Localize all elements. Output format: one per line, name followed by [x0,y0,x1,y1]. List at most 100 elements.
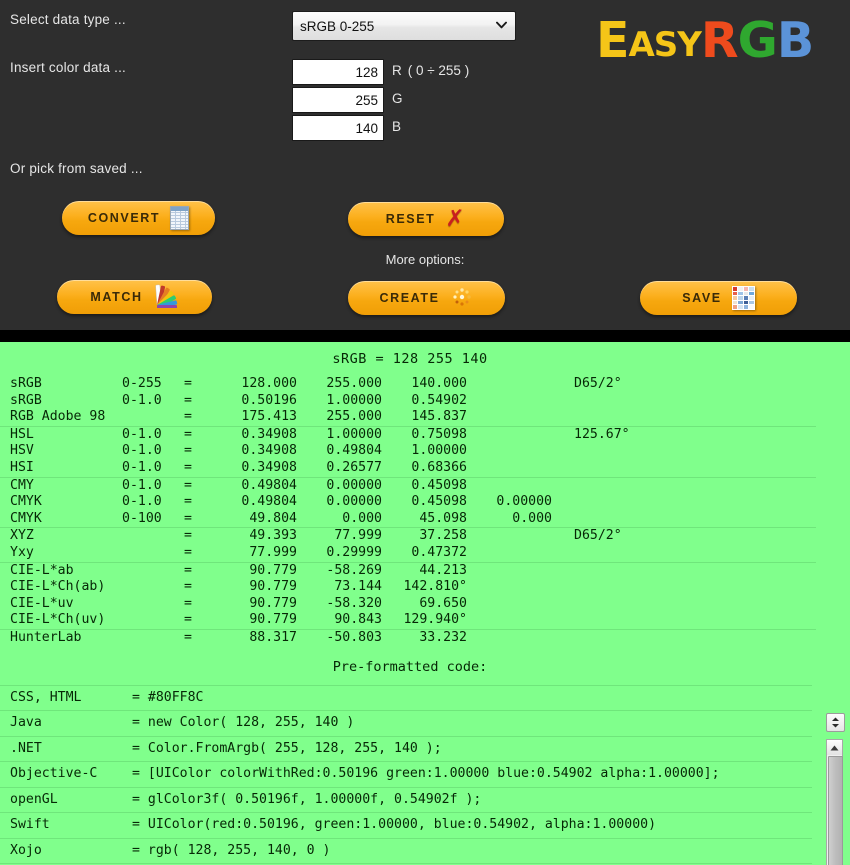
conversion-model-name: HunterLab [0,628,122,647]
match-button-label: MATCH [90,290,143,304]
scroll-up-arrow-icon[interactable] [827,740,842,755]
channel-letter-r: R [392,63,402,78]
conversion-row: Yxy = 77.999 0.29999 0.47372 [0,545,816,562]
channel-label-r: R ( 0 ÷ 255 ) [392,63,469,78]
conversion-model-name: Yxy [10,544,34,560]
conversion-model-name: sRGB [10,392,42,408]
conversion-value-1: 90.779 [249,612,297,628]
conversion-illuminant [552,579,816,596]
conversion-equals: = [184,510,192,526]
conversion-illuminant [552,460,816,477]
channel-label-b: B [392,119,401,134]
conversion-range [122,596,184,613]
save-button[interactable]: SAVE [640,281,797,315]
label-insert-color-data: Insert color data ... [10,60,127,75]
conversion-value-4 [467,476,552,495]
code-row: Java = new Color( 128, 255, 140 ) [0,710,812,737]
conversion-spinner[interactable] [826,713,845,732]
code-row: .NET = Color.FromArgb( 255, 128, 255, 140… [0,736,812,762]
conversion-value-4 [467,409,552,426]
conversion-scroll-thumb[interactable] [828,756,843,865]
conversion-value-4 [467,443,552,460]
conversion-value-3: 0.45098 [382,476,467,495]
conversion-model-name: XYZ [0,527,122,545]
conversion-model-name: HSV [10,443,34,459]
conversion-value-3: 0.75098 [382,425,467,444]
code-section-title: Pre-formatted code: [332,658,488,675]
conversion-illuminant: D65/2° [574,376,622,391]
conversion-value-4 [467,425,552,444]
conversion-equals: = [184,459,192,475]
conversion-range: 0-100 [122,510,162,526]
conversion-illuminant [552,393,816,410]
results-panel: sRGB = 128 255 140 sRGB 0-255 = 128.000 255.… [0,342,850,865]
conversion-model-name: sRGB [10,376,42,391]
logo-letter-e: E [596,12,629,69]
conversion-value-4 [467,579,552,596]
convert-button[interactable]: CONVERT [62,201,215,235]
conversion-range: 0-1.0 [122,459,162,475]
conversion-row: CMYK 0-1.0 = 0.49804 0.00000 0.45098 0.00000 [0,494,816,511]
conversion-range [122,612,184,629]
conversion-value-2: 1.00000 [326,392,382,408]
conversion-equals: = [184,392,192,408]
conversion-value-2: 0.26577 [326,459,382,475]
conversion-value-1: 49.393 [212,527,297,545]
channel-label-g: G [392,91,403,106]
channel-row-r: R ( 0 ÷ 255 ) [292,59,469,85]
conversion-model-name: RGB Adobe 98 [10,409,106,425]
reset-button[interactable]: RESET ✗ [348,202,504,236]
conversion-equals: = [184,376,192,391]
conversion-scrollbar[interactable] [826,739,843,865]
conversion-value-4 [467,545,552,562]
code-value: = #80FF8C [131,684,812,711]
conversion-illuminant: D65/2° [552,527,816,545]
channel-row-b: B [292,115,401,141]
conversion-range: 0-1.0 [122,476,184,495]
conversion-equals: = [184,409,192,425]
conversion-value-1: 0.34908 [241,459,297,475]
conversion-illuminant [552,545,816,562]
conversion-value-4 [467,561,552,580]
scatter-dots-icon [450,286,474,311]
code-value: = new Color( 128, 255, 140 ) [131,710,812,737]
match-button[interactable]: MATCH [57,280,212,314]
conversion-value-1: 90.779 [249,595,297,611]
conversion-row: CMY 0-1.0 = 0.49804 0.00000 0.45098 [0,476,816,495]
code-language: Java [0,710,131,737]
conversion-illuminant [552,561,816,580]
conversion-row: XYZ = 49.393 77.999 37.258 D65/2° [0,527,816,545]
data-type-select[interactable]: sRGB 0-255 [292,11,516,41]
conversion-model-name: HSL [0,425,122,444]
green-input[interactable] [292,87,384,113]
create-button[interactable]: CREATE [348,281,505,315]
conversion-value-3: 37.258 [382,527,467,545]
conversion-value-2: -50.803 [297,628,382,647]
conversion-value-4: 0.000 [512,510,552,526]
conversion-value-4 [467,612,552,629]
conversion-value-2: 1.00000 [297,425,382,444]
data-type-select-wrapper: sRGB 0-255 [292,11,516,41]
input-panel: Select data type ... Insert color data .… [0,0,850,330]
code-language: .NET [0,736,131,762]
conversion-equals: = [184,494,192,510]
blue-input[interactable] [292,115,384,141]
conversion-value-2: 255.000 [326,376,382,391]
conversion-equals: = [184,544,192,560]
conversion-model-name: HSI [10,459,34,475]
code-value: = rgb( 128, 255, 140, 0 ) [131,838,812,864]
conversion-illuminant: 125.67° [552,425,816,444]
convert-button-label: CONVERT [87,211,161,225]
conversion-equals: = [184,425,212,444]
conversion-row: CIE-L*uv = 90.779 -58.320 69.650 [0,596,816,613]
conversion-row: sRGB 0-255 = 128.000 255.000 140.000 D65/2° [0,376,816,393]
create-button-label: CREATE [379,291,440,305]
code-language: openGL [0,787,131,813]
conversion-value-3: 69.650 [419,595,467,611]
conversion-value-1: 128.000 [241,376,297,391]
red-input[interactable] [292,59,384,85]
conversion-value-3: 0.68366 [411,459,467,475]
conversion-table: sRGB 0-255 = 128.000 255.000 140.000 D65/2° sRG… [0,376,816,647]
conversion-value-2: 0.000 [342,510,382,526]
conversion-row: CMYK 0-100 = 49.804 0.000 45.098 0.000 [0,511,816,528]
